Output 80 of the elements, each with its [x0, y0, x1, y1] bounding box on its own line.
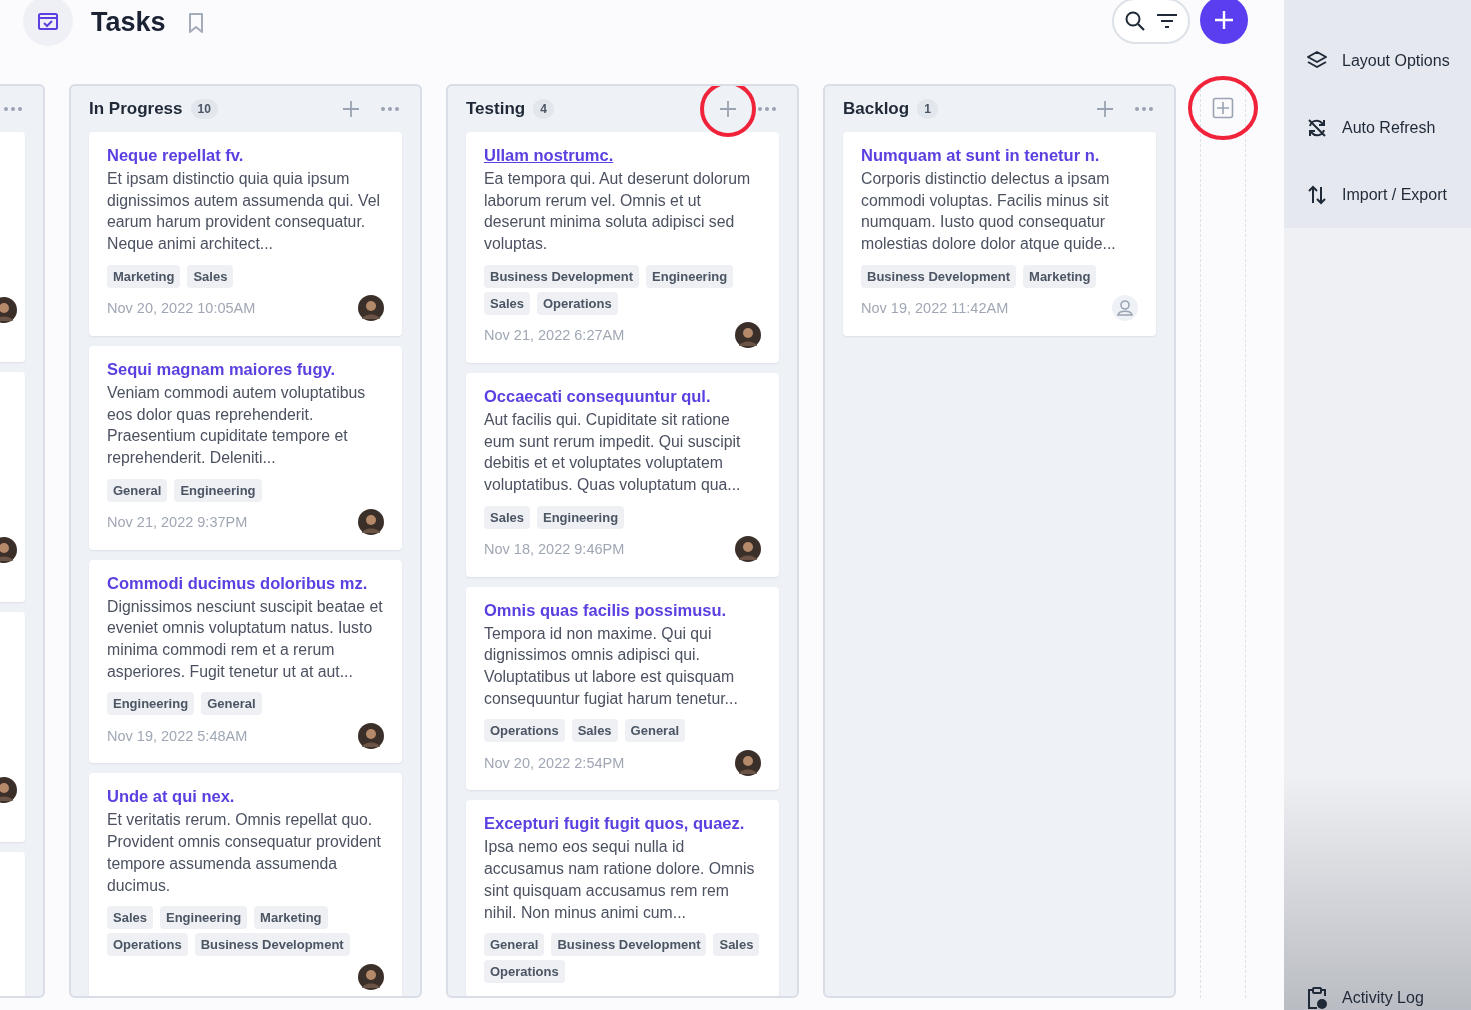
task-title[interactable]: Sequi magnam maiores fugy.: [107, 357, 384, 380]
tag: Business Development: [551, 933, 707, 957]
sidebar-item[interactable]: Activity Log: [1284, 983, 1471, 1010]
task-card[interactable]: [466, 586, 779, 791]
tag: General: [201, 692, 262, 716]
task-card[interactable]: Unde at qui nex. Et veritatis rerum. Omnis repellat quo. Provident omnis consequatur provident tempore assumenda assumenda ducimus. Sales Engineering Marketing Operations Business Development: [89, 773, 402, 996]
tag: Business Development: [484, 264, 640, 288]
task-card[interactable]: [843, 132, 1156, 336]
card-count: 4: [533, 99, 554, 119]
search-icon[interactable]: [1124, 10, 1146, 32]
filter-icon[interactable]: [1156, 13, 1178, 29]
task-date: Nov 19, 2022 5:48AM: [107, 727, 248, 744]
tag: Business Development: [861, 264, 1017, 288]
add-button[interactable]: [1200, 0, 1248, 44]
task-description: Ipsa nemo eos sequi nulla id accusamus nam ratione dolore. Omnis sint quisquam accusamus rem rem nihil. Non minus animi cum...: [484, 837, 756, 923]
page-title: Tasks: [91, 7, 166, 38]
task-date: Nov 20, 2022 2:54PM: [484, 754, 625, 771]
task-title[interactable]: Ullam nostrumc.: [484, 144, 761, 166]
tag: Sales: [713, 933, 760, 957]
tag: Engineering: [160, 906, 248, 930]
refresh-off-icon: [1306, 117, 1328, 139]
task-card[interactable]: Neque repellat fv. Et ipsam distinctio quia quia ipsum dignissimos autem assumenda qui. Vel earum harum provident consequatur. Neque animi architect... Marketing Sales Nov 20, 2022 10:05AM: [89, 132, 402, 336]
tag: Engineering: [537, 505, 625, 529]
task-card[interactable]: Sequi magnam maiores fugy. Veniam commodi autem voluptatibus eos dolor quas reprehenderit. Praesentium cupiditate tempore et reprehenderit. Deleniti... General Engineering Nov 21, 2022 9:37PM: [89, 345, 402, 550]
task-description: Veniam commodi autem voluptatibus eos dolor quas reprehenderit. Praesentium cupiditate tempore et reprehenderit. Deleniti...: [107, 382, 367, 468]
tag: General: [107, 478, 168, 502]
task-card[interactable]: [466, 372, 779, 577]
tag: Business Development: [194, 933, 350, 957]
task-description: Et ipsam distinctio quia quia ipsum dignissimos autem assumenda qui. Vel earum harum provident consequatur. Neque animi architect...: [107, 169, 382, 255]
tasks-icon: [23, 0, 73, 46]
sidebar-item[interactable]: Auto Refresh: [1284, 113, 1471, 143]
task-date: Nov 20, 2022 10:05AM: [107, 300, 256, 317]
task-title[interactable]: Omnis quas facilis possimusu.: [484, 598, 761, 621]
card-count: 10: [190, 99, 218, 119]
task-card[interactable]: [466, 800, 779, 996]
tag: General: [484, 933, 545, 957]
task-card[interactable]: [89, 559, 402, 764]
sidebar-item[interactable]: Layout Options: [1284, 46, 1471, 76]
sort-arrows-icon: [1306, 184, 1328, 206]
tag: General: [624, 719, 686, 743]
sidebar-item[interactable]: Import / Export: [1284, 180, 1471, 210]
search-filter-control[interactable]: [1112, 0, 1190, 44]
tag: Operations: [107, 933, 188, 957]
task-title[interactable]: Numquam at sunt in tenetur n.: [861, 144, 1138, 166]
column-title: Backlog: [843, 99, 910, 119]
tag: Engineering: [174, 478, 262, 502]
task-title[interactable]: Excepturi fugit fugit quos, quaez.: [484, 812, 761, 835]
tag: Sales: [484, 505, 530, 529]
tag: Operations: [537, 291, 618, 315]
clipboard-clock-icon: [1306, 986, 1328, 1010]
tag: Sales: [571, 719, 618, 743]
task-description: Aut facilis qui. Cupiditate sit ratione eum sunt rerum impedit. Qui suscipit debitis et et voluptates voluptatem voluptatibus. Quas voluptatum qua...: [484, 409, 742, 495]
task-date: Nov 21, 2022 9:37PM: [107, 514, 248, 531]
task-description: Tempora id non maxime. Qui qui dignissimos omnis adipisci qui. Voluptatibus ut labore est quisquam consequuntur fugiat harum tenetur...: [484, 623, 739, 709]
task-date: Nov 21, 2022 6:27AM: [484, 327, 625, 344]
tag: Marketing: [1023, 264, 1097, 288]
task-date: Nov 18, 2022 9:46PM: [484, 541, 625, 558]
task-date: Nov 19, 2022 11:42AM: [861, 300, 1009, 317]
tag: Sales: [107, 906, 153, 930]
tag: Operations: [484, 960, 565, 984]
task-title[interactable]: Unde at qui nex.: [107, 785, 384, 808]
task-description: Corporis distinctio delectus a ipsam commodi voluptas. Facilis minus sit numquam. Iusto quod consequatur molestias dolore dolor atque quide...: [861, 169, 1117, 255]
task-card[interactable]: Ullam nostrumc. Ea tempora qui. Aut deserunt dolorum laborum rerum vel. Omnis et ut deserunt minima soluta adipisci sed voluptas. Business Development Engineering Sales Operations Nov 21, 2022 6:27AM: [466, 132, 779, 363]
tag: Marketing: [254, 906, 328, 930]
tag: Sales: [484, 291, 530, 315]
tag: Sales: [187, 264, 234, 288]
tag: Operations: [484, 719, 565, 743]
task-title[interactable]: Neque repellat fv.: [107, 144, 384, 166]
task-description: Ea tempora qui. Aut deserunt dolorum laborum rerum vel. Omnis et ut deserunt minima soluta adipisci sed voluptas.: [484, 169, 752, 255]
column-title: In Progress: [89, 99, 183, 119]
plus-icon: [1213, 9, 1235, 31]
tag: Marketing: [107, 264, 181, 288]
task-title[interactable]: Commodi ducimus doloribus mz.: [107, 571, 384, 594]
task-title[interactable]: Occaecati consequuntur qul.: [484, 384, 761, 407]
task-description: Et veritatis rerum. Omnis repellat quo. Provident omnis consequatur provident tempore assumenda assumenda ducimus.: [107, 810, 382, 896]
tag: Engineering: [107, 692, 195, 716]
task-description: Dignissimos nesciunt suscipit beatae et eveniet omnis voluptatum natus. Iusto minima commodi rem et a rerum asperiores. Fugit tenetur ut at aut...: [107, 596, 384, 682]
card-count: 1: [917, 99, 938, 119]
tag: Engineering: [646, 264, 734, 288]
column-title: Testing: [466, 99, 526, 119]
